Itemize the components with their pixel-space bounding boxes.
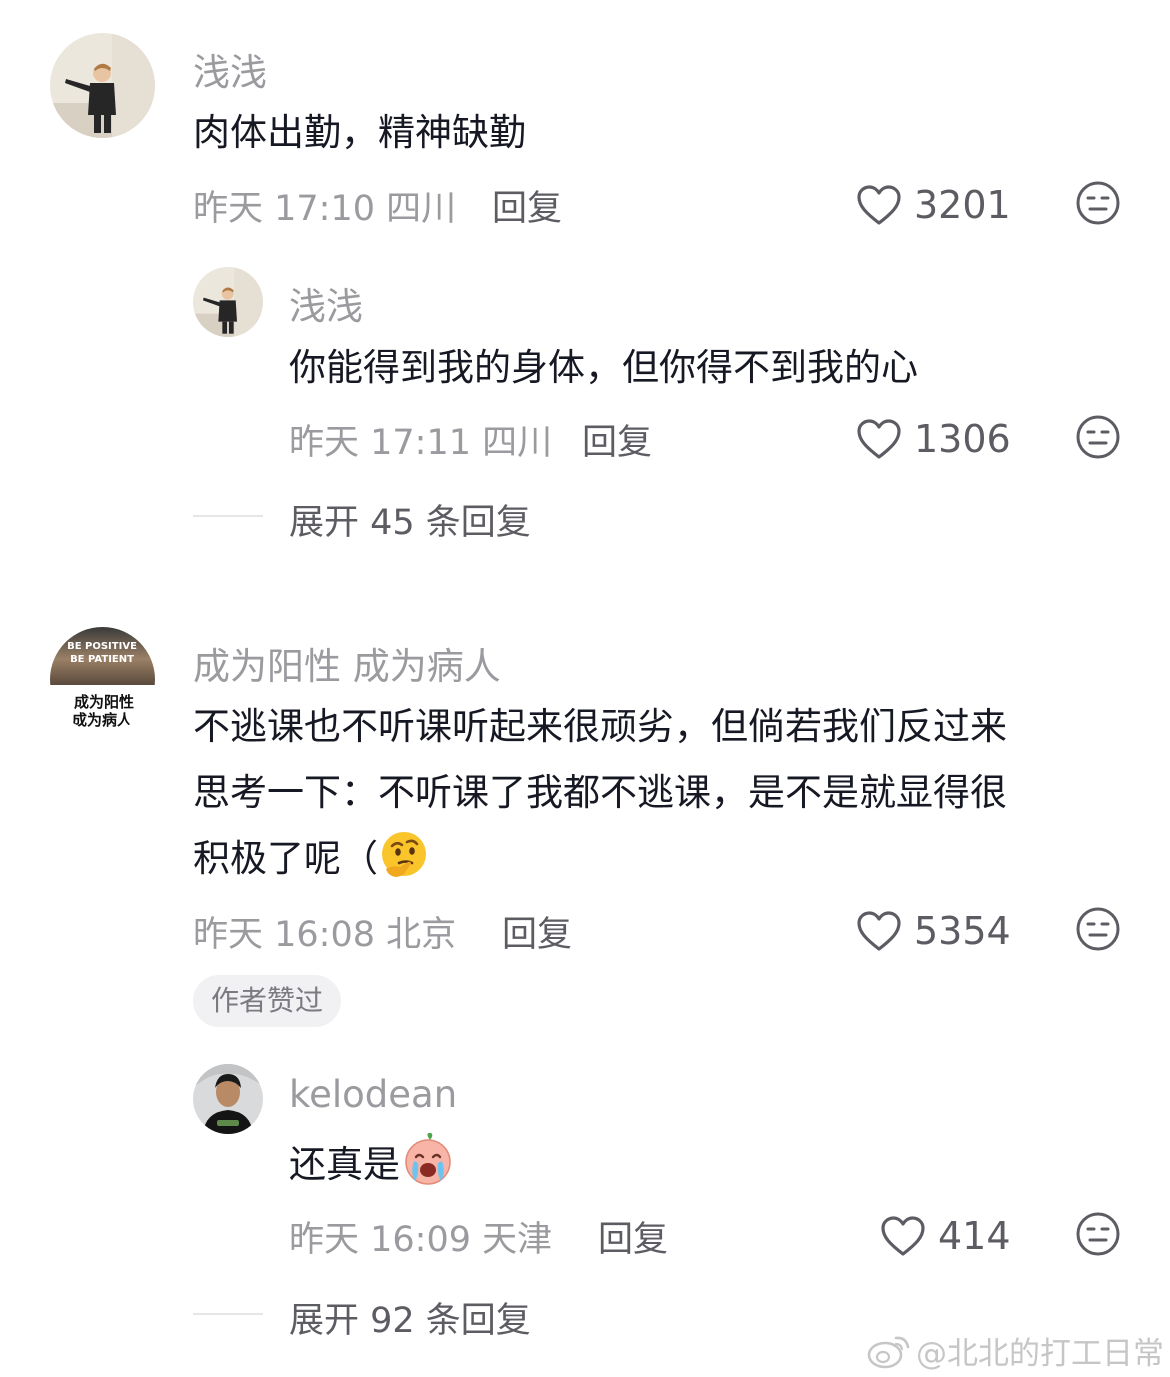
user-photo-icon: BE POSITIVE BE PATIENT 成为阳性 成为病人	[50, 627, 155, 732]
watermark: @北北的打工日常	[866, 1328, 1164, 1373]
like-count: 414	[938, 1214, 1011, 1258]
thinking-face-emoji-icon	[382, 832, 426, 877]
divider	[193, 515, 263, 517]
dislike-button[interactable]	[1075, 906, 1121, 956]
neutral-face-icon	[1076, 181, 1120, 225]
avatar-text: BE POSITIVE	[67, 641, 137, 652]
user-photo-icon	[50, 33, 155, 138]
divider	[193, 1313, 263, 1315]
reply-button[interactable]: 回复	[492, 180, 562, 231]
like-count: 1306	[914, 417, 1011, 461]
reply-username[interactable]: 浅浅	[289, 276, 363, 330]
neutral-face-icon	[1076, 1212, 1120, 1256]
heart-icon	[857, 419, 901, 459]
neutral-face-icon	[1076, 415, 1120, 459]
heart-icon	[881, 1216, 925, 1256]
avatar-text: 成为病人	[72, 711, 133, 729]
weibo-logo-icon	[867, 1336, 910, 1368]
like-count: 3201	[914, 183, 1011, 227]
avatar-text: 成为阳性	[74, 693, 134, 711]
like-button[interactable]: 1306	[856, 414, 1011, 464]
comment-username[interactable]: 浅浅	[193, 42, 267, 96]
reply-text: 还真是	[289, 1143, 400, 1186]
author-liked-badge: 作者赞过	[193, 975, 342, 1027]
comment-text-line-container: 积极了呢（	[193, 825, 430, 892]
reply-text-container: 还真是	[289, 1131, 456, 1198]
comment-text-line: 思考一下：不听课了我都不逃课，是不是就显得很	[193, 771, 1007, 814]
dislike-button[interactable]	[1075, 414, 1121, 464]
comment-text: 肉体出勤，精神缺勤	[193, 111, 526, 154]
neutral-face-icon	[1076, 907, 1120, 951]
dislike-button[interactable]	[1075, 1211, 1121, 1261]
comment-meta: 昨天 16:08 北京	[193, 915, 457, 955]
avatar[interactable]	[50, 33, 155, 138]
expand-replies-button[interactable]: 展开 45 条回复	[289, 494, 531, 545]
comment-username[interactable]: 成为阳性 成为病人	[193, 636, 501, 690]
avatar[interactable]	[193, 267, 263, 337]
like-button[interactable]: 414	[880, 1211, 1011, 1261]
reply-button[interactable]: 回复	[582, 414, 652, 465]
user-photo-icon	[193, 267, 263, 337]
user-photo-icon	[193, 1064, 263, 1134]
crying-peach-emoji-icon	[405, 1132, 451, 1185]
dislike-button[interactable]	[1075, 180, 1121, 230]
reply-meta: 昨天 17:11 四川	[289, 423, 553, 463]
reply-username[interactable]: kelodean	[289, 1073, 457, 1116]
reply-text: 你能得到我的身体，但你得不到我的心	[289, 346, 918, 389]
expand-replies-button[interactable]: 展开 92 条回复	[289, 1292, 531, 1343]
reply-button[interactable]: 回复	[598, 1211, 668, 1262]
comment-text-line: 积极了呢（	[193, 837, 378, 880]
like-count: 5354	[914, 909, 1011, 953]
heart-icon	[857, 911, 901, 951]
heart-icon	[857, 185, 901, 225]
like-button[interactable]: 5354	[856, 906, 1011, 956]
comment-text-line: 不逃课也不听课听起来很顽劣，但倘若我们反过来	[193, 705, 1007, 748]
avatar-text: BE PATIENT	[70, 654, 134, 665]
comment-meta: 昨天 17:10 四川	[193, 189, 457, 229]
watermark-text: @北北的打工日常	[916, 1336, 1164, 1372]
like-button[interactable]: 3201	[856, 180, 1011, 230]
avatar[interactable]	[193, 1064, 263, 1134]
reply-meta: 昨天 16:09 天津	[289, 1220, 553, 1260]
reply-button[interactable]: 回复	[502, 906, 572, 957]
avatar[interactable]: BE POSITIVE BE PATIENT 成为阳性 成为病人	[50, 627, 155, 732]
